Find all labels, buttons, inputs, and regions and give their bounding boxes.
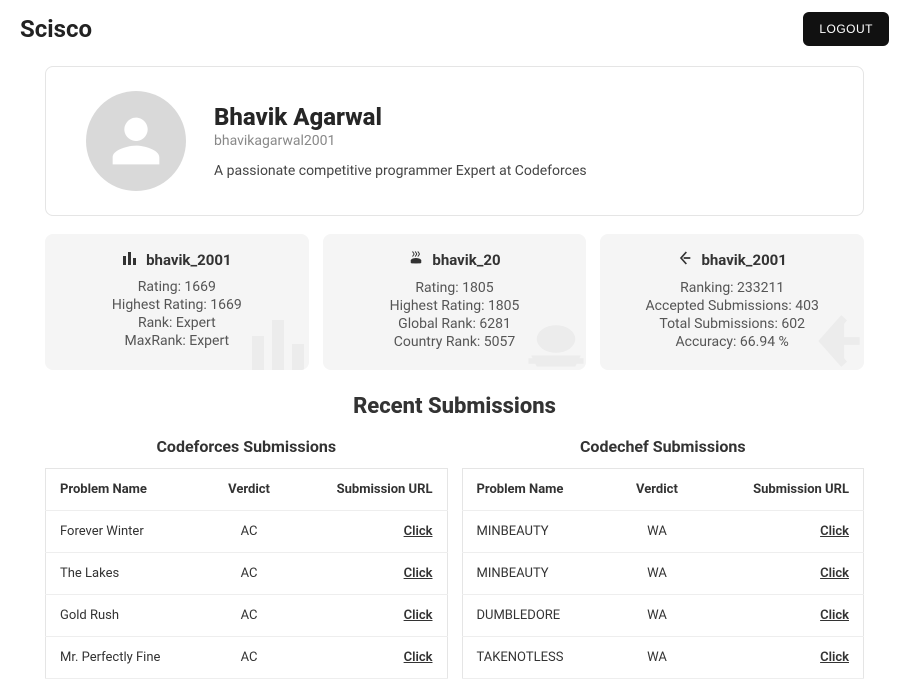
avatar xyxy=(86,91,186,191)
table-row: MINBEAUTYWA Click xyxy=(462,511,864,553)
profile-name: Bhavik Agarwal xyxy=(214,103,587,131)
problem-cell: Forever Winter xyxy=(46,511,206,553)
col-verdict: Verdict xyxy=(612,469,703,511)
submission-link[interactable]: Click xyxy=(404,650,433,665)
cf-highest: Highest Rating: 1669 xyxy=(55,297,299,313)
url-cell: Click xyxy=(702,511,863,553)
cc-table-title: Codechef Submissions xyxy=(462,437,865,456)
cc-table: Problem Name Verdict Submission URL MINB… xyxy=(462,468,865,679)
col-problem: Problem Name xyxy=(46,469,206,511)
verdict-cell: WA xyxy=(612,595,703,637)
col-url: Submission URL xyxy=(702,469,863,511)
submission-link[interactable]: Click xyxy=(404,608,433,623)
url-cell: Click xyxy=(702,595,863,637)
col-url: Submission URL xyxy=(292,469,447,511)
verdict-cell: WA xyxy=(612,637,703,679)
table-row: TAKENOTLESSWA Click xyxy=(462,637,864,679)
verdict-cell: AC xyxy=(206,511,293,553)
cf-table: Problem Name Verdict Submission URL Fore… xyxy=(45,468,448,679)
logout-button[interactable]: LOGOUT xyxy=(803,12,889,46)
problem-cell: DUMBLEDORE xyxy=(462,595,612,637)
problem-cell: MINBEAUTY xyxy=(462,553,612,595)
url-cell: Click xyxy=(702,637,863,679)
profile-bio: A passionate competitive programmer Expe… xyxy=(214,163,587,179)
user-icon xyxy=(108,113,164,169)
leetcode-card: bhavik_2001 Ranking: 233211 Accepted Sub… xyxy=(600,234,864,370)
verdict-cell: WA xyxy=(612,553,703,595)
codeforces-handle: bhavik_2001 xyxy=(146,251,231,269)
leetcode-handle: bhavik_2001 xyxy=(701,251,786,269)
problem-cell: Gold Rush xyxy=(46,595,206,637)
table-row: Forever WinterAC Click xyxy=(46,511,448,553)
cf-table-title: Codeforces Submissions xyxy=(45,437,448,456)
submission-link[interactable]: Click xyxy=(404,566,433,581)
col-verdict: Verdict xyxy=(206,469,293,511)
table-row: MINBEAUTYWA Click xyxy=(462,553,864,595)
cf-rating: Rating: 1669 xyxy=(55,279,299,295)
verdict-cell: AC xyxy=(206,553,293,595)
verdict-cell: AC xyxy=(206,595,293,637)
table-row: Gold RushAC Click xyxy=(46,595,448,637)
col-problem: Problem Name xyxy=(462,469,612,511)
codechef-handle: bhavik_20 xyxy=(432,251,500,269)
problem-cell: MINBEAUTY xyxy=(462,511,612,553)
table-row: The LakesAC Click xyxy=(46,553,448,595)
leetcode-icon xyxy=(677,250,693,270)
url-cell: Click xyxy=(292,511,447,553)
cc-rating: Rating: 1805 xyxy=(333,280,577,296)
header: Scisco LOGOUT xyxy=(0,0,909,46)
submission-link[interactable]: Click xyxy=(820,650,849,665)
leetcode-bg-icon xyxy=(808,310,864,370)
url-cell: Click xyxy=(292,553,447,595)
codeforces-card: bhavik_2001 Rating: 1669 Highest Rating:… xyxy=(45,234,309,370)
codechef-bg-icon xyxy=(520,306,586,370)
table-row: Mr. Perfectly FineAC Click xyxy=(46,637,448,679)
url-cell: Click xyxy=(702,553,863,595)
codeforces-icon xyxy=(122,251,138,269)
codeforces-bg-icon xyxy=(245,316,309,370)
submission-link[interactable]: Click xyxy=(404,524,433,539)
url-cell: Click xyxy=(292,637,447,679)
brand-title: Scisco xyxy=(20,15,92,43)
verdict-cell: AC xyxy=(206,637,293,679)
verdict-cell: WA xyxy=(612,511,703,553)
lc-ranking: Ranking: 233211 xyxy=(610,280,854,296)
submission-link[interactable]: Click xyxy=(820,566,849,581)
url-cell: Click xyxy=(292,595,447,637)
submission-link[interactable]: Click xyxy=(820,608,849,623)
codechef-card: bhavik_20 Rating: 1805 Highest Rating: 1… xyxy=(323,234,587,370)
codechef-icon xyxy=(408,250,424,270)
problem-cell: Mr. Perfectly Fine xyxy=(46,637,206,679)
profile-card: Bhavik Agarwal bhavikagarwal2001 A passi… xyxy=(45,66,864,216)
submission-link[interactable]: Click xyxy=(820,524,849,539)
problem-cell: The Lakes xyxy=(46,553,206,595)
problem-cell: TAKENOTLESS xyxy=(462,637,612,679)
profile-handle: bhavikagarwal2001 xyxy=(214,133,587,149)
table-row: DUMBLEDOREWA Click xyxy=(462,595,864,637)
recent-submissions-title: Recent Submissions xyxy=(45,394,864,419)
